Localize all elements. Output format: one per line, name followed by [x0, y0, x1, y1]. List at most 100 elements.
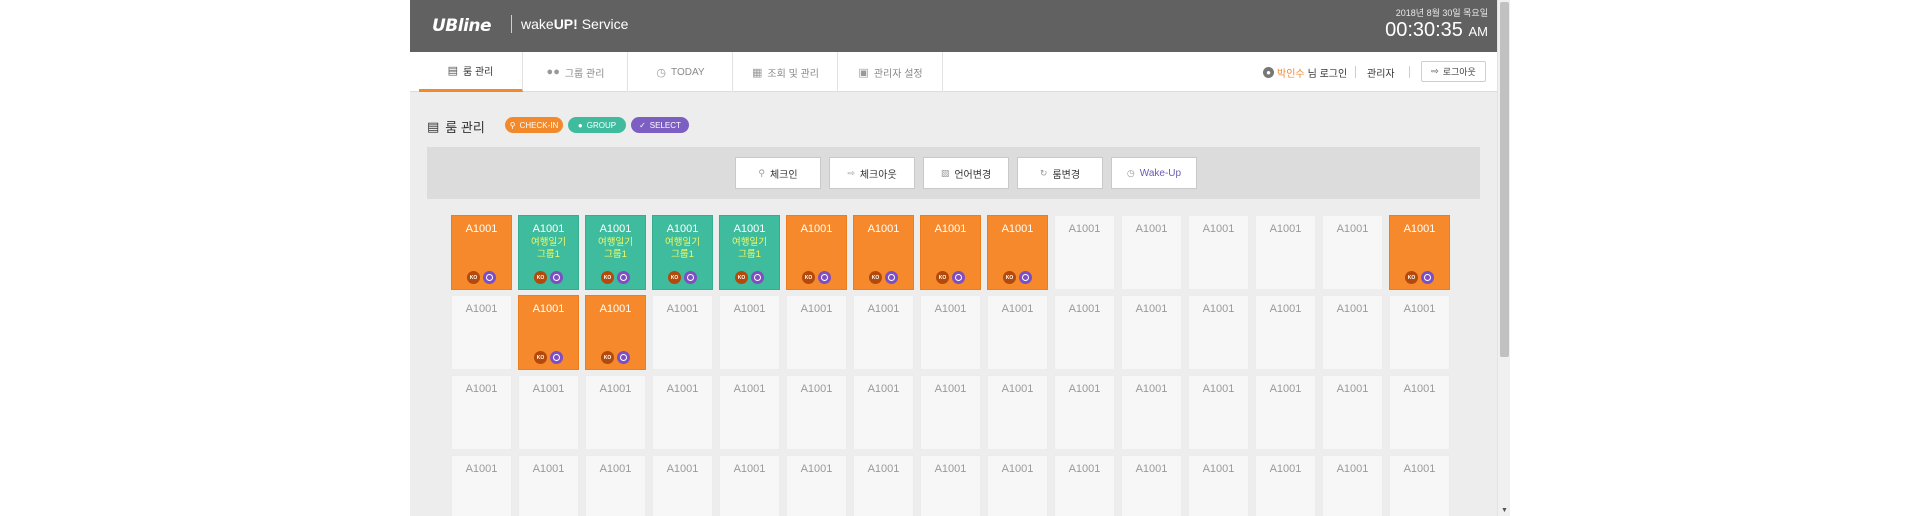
room-card[interactable]: A1001: [652, 455, 713, 516]
tab-search-manage[interactable]: ▦ 조회 및 관리: [734, 52, 838, 92]
room-card[interactable]: A1001 KO: [987, 215, 1048, 290]
admin-link[interactable]: 관리자: [1367, 65, 1395, 80]
room-card[interactable]: A1001 KO: [518, 295, 579, 370]
room-card[interactable]: A1001: [585, 375, 646, 450]
room-number: A1001: [1269, 223, 1302, 235]
room-card[interactable]: A1001: [1389, 375, 1450, 450]
room-card[interactable]: A1001 KO: [451, 215, 512, 290]
room-card[interactable]: A1001: [1255, 455, 1316, 516]
room-card[interactable]: A1001: [719, 295, 780, 370]
room-card[interactable]: A1001: [719, 375, 780, 450]
room-card[interactable]: A1001: [1255, 375, 1316, 450]
language-badge: KO: [534, 351, 547, 364]
room-card[interactable]: A1001 여행일기 그룹1 KO: [518, 215, 579, 290]
room-card[interactable]: A1001: [1322, 375, 1383, 450]
room-card[interactable]: A1001: [451, 455, 512, 516]
room-card[interactable]: A1001 KO: [585, 295, 646, 370]
room-card[interactable]: A1001: [451, 295, 512, 370]
room-card[interactable]: A1001 KO: [786, 215, 847, 290]
ubline-logo[interactable]: UBline: [432, 16, 492, 36]
room-change-button[interactable]: ↻ 룸변경: [1017, 157, 1103, 189]
wakeup-clock-icon: [550, 351, 563, 364]
room-card[interactable]: A1001: [987, 375, 1048, 450]
room-card[interactable]: A1001: [853, 455, 914, 516]
select-legend-pill[interactable]: ✓ SELECT: [631, 117, 689, 133]
room-card[interactable]: A1001 여행일기 그룹1 KO: [719, 215, 780, 290]
room-card[interactable]: A1001: [1389, 455, 1450, 516]
room-card[interactable]: A1001: [1188, 215, 1249, 290]
room-card[interactable]: A1001: [1054, 375, 1115, 450]
room-number: A1001: [867, 223, 900, 235]
tab-room-management[interactable]: ▤ 룸 관리: [419, 52, 523, 92]
room-card[interactable]: A1001: [853, 295, 914, 370]
room-card[interactable]: A1001: [451, 375, 512, 450]
room-card[interactable]: A1001 KO: [853, 215, 914, 290]
room-card[interactable]: A1001: [1255, 215, 1316, 290]
room-card[interactable]: A1001: [1322, 215, 1383, 290]
main-nav: ▤ 룸 관리 ●● 그룹 관리 ◷ TODAY ▦ 조회 및 관리 ▣ 관리자 …: [410, 52, 1510, 92]
room-card[interactable]: A1001 KO: [1389, 215, 1450, 290]
room-badges: KO: [519, 351, 578, 364]
checkin-button[interactable]: ⚲ 체크인: [735, 157, 821, 189]
checkin-legend-pill[interactable]: ⚲ CHECK-IN: [505, 117, 563, 133]
scrollbar[interactable]: ▼: [1497, 0, 1510, 516]
scrollbar-thumb[interactable]: [1500, 2, 1509, 357]
wakeup-button[interactable]: ◷ Wake-Up: [1111, 157, 1197, 189]
scroll-down-arrow[interactable]: ▼: [1501, 507, 1508, 514]
tab-admin-settings[interactable]: ▣ 관리자 설정: [839, 52, 943, 92]
room-card[interactable]: A1001: [652, 375, 713, 450]
room-number: A1001: [1269, 463, 1302, 475]
room-group-name: 여행일기 그룹1: [586, 237, 645, 261]
room-card[interactable]: A1001: [920, 455, 981, 516]
room-card[interactable]: A1001: [1054, 455, 1115, 516]
room-card[interactable]: A1001: [1188, 295, 1249, 370]
room-card[interactable]: A1001 여행일기 그룹1 KO: [652, 215, 713, 290]
room-card[interactable]: A1001: [987, 295, 1048, 370]
language-change-button[interactable]: ▧ 언어변경: [923, 157, 1009, 189]
room-card[interactable]: A1001: [920, 295, 981, 370]
room-card[interactable]: A1001: [786, 295, 847, 370]
room-badges: KO: [854, 271, 913, 284]
room-card[interactable]: A1001: [987, 455, 1048, 516]
group-legend-pill[interactable]: ● GROUP: [568, 117, 626, 133]
tab-group-management[interactable]: ●● 그룹 관리: [524, 52, 628, 92]
room-number: A1001: [934, 383, 967, 395]
room-card[interactable]: A1001: [652, 295, 713, 370]
room-card[interactable]: A1001: [1121, 295, 1182, 370]
room-card[interactable]: A1001: [1121, 455, 1182, 516]
room-card[interactable]: A1001: [518, 455, 579, 516]
room-card[interactable]: A1001: [1255, 295, 1316, 370]
logout-button[interactable]: ⇨ 로그아웃: [1421, 61, 1486, 82]
room-card[interactable]: A1001: [585, 455, 646, 516]
room-card[interactable]: A1001: [853, 375, 914, 450]
room-number: A1001: [1202, 383, 1235, 395]
room-card[interactable]: A1001: [1389, 295, 1450, 370]
room-number: A1001: [666, 463, 699, 475]
room-card[interactable]: A1001 여행일기 그룹1 KO: [585, 215, 646, 290]
refresh-icon: ↻: [1039, 167, 1048, 178]
room-card[interactable]: A1001: [786, 375, 847, 450]
room-card[interactable]: A1001 KO: [920, 215, 981, 290]
room-number: A1001: [1269, 303, 1302, 315]
room-card[interactable]: A1001: [1322, 455, 1383, 516]
language-badge: KO: [936, 271, 949, 284]
checkout-button[interactable]: ⇨ 체크아웃: [829, 157, 915, 189]
room-card[interactable]: A1001: [1188, 455, 1249, 516]
room-card[interactable]: A1001: [518, 375, 579, 450]
room-number: A1001: [800, 223, 833, 235]
tab-today[interactable]: ◷ TODAY: [629, 52, 733, 92]
room-card[interactable]: A1001: [1054, 295, 1115, 370]
room-card[interactable]: A1001: [786, 455, 847, 516]
room-card[interactable]: A1001: [1054, 215, 1115, 290]
group-name-line: 여행일기: [665, 237, 700, 248]
room-card[interactable]: A1001: [1188, 375, 1249, 450]
room-card[interactable]: A1001: [719, 455, 780, 516]
room-card[interactable]: A1001: [1121, 375, 1182, 450]
language-badge: KO: [735, 271, 748, 284]
wakeup-clock-icon: [885, 271, 898, 284]
room-card[interactable]: A1001: [1121, 215, 1182, 290]
room-card[interactable]: A1001: [1322, 295, 1383, 370]
room-number: A1001: [465, 463, 498, 475]
room-card[interactable]: A1001: [920, 375, 981, 450]
wakeup-clock-icon: [617, 351, 630, 364]
